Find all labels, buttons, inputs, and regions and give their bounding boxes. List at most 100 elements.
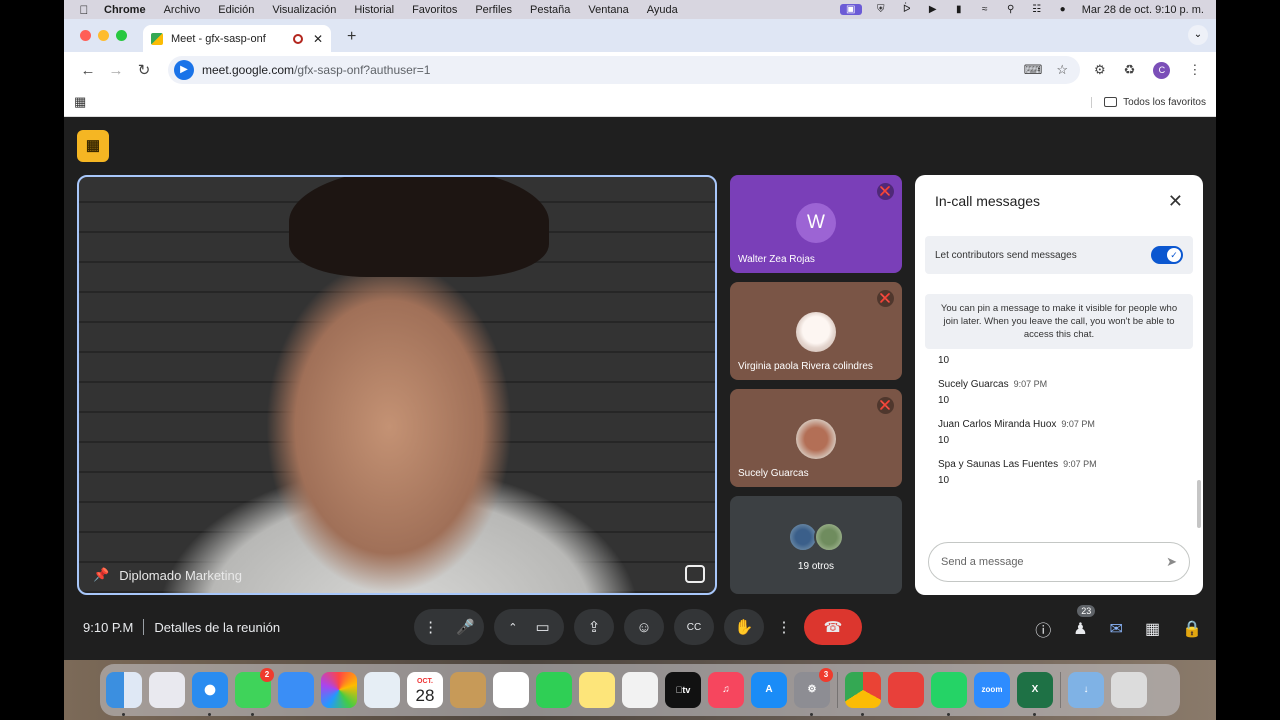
others-tile[interactable]: 19 otros xyxy=(730,496,902,594)
menu-ventana[interactable]: Ventana xyxy=(588,4,628,16)
excel-icon[interactable]: X xyxy=(1017,672,1053,716)
host-lock-icon[interactable]: 🔒 xyxy=(1182,619,1202,639)
send-icon[interactable]: ➤ xyxy=(1166,554,1177,570)
battery-icon[interactable]: ▮ xyxy=(952,4,966,15)
photos-icon[interactable] xyxy=(321,672,357,708)
menu-chrome[interactable]: Chrome xyxy=(104,4,146,16)
reactions-button[interactable]: ☺ xyxy=(624,609,664,645)
message-sender: Sucely Guarcas xyxy=(938,379,1009,390)
tab-search-icon[interactable]: ⌄ xyxy=(1188,25,1208,45)
people-button[interactable]: 23 ♟ xyxy=(1073,605,1096,639)
participant-tile[interactable]: ❌ W Walter Zea Rojas xyxy=(730,175,902,273)
zoom-icon[interactable]: zoom xyxy=(974,672,1010,708)
chevron-up-icon[interactable]: ⌃ xyxy=(508,621,517,634)
hand-icon: ✋ xyxy=(734,619,754,636)
screen-record-icon[interactable]: ▣ xyxy=(839,4,862,15)
zoom-window-button[interactable] xyxy=(116,30,127,41)
menu-historial[interactable]: Historial xyxy=(354,4,394,16)
calendar-icon[interactable]: OCT. 28 xyxy=(407,672,443,708)
menubar-datetime[interactable]: Mar 28 de oct. 9:10 p. m. xyxy=(1082,4,1204,16)
close-window-button[interactable] xyxy=(80,30,91,41)
freeform-icon[interactable] xyxy=(622,672,658,708)
apps-grid-icon[interactable]: ▦ xyxy=(74,94,86,110)
reminders-icon[interactable] xyxy=(493,672,529,708)
menu-visualizacion[interactable]: Visualización xyxy=(272,4,336,16)
leave-call-button[interactable]: ☎ xyxy=(804,609,862,645)
siri-icon[interactable]: ● xyxy=(1056,4,1070,15)
wifi-icon[interactable]: ≈ xyxy=(978,4,992,15)
menu-edicion[interactable]: Edición xyxy=(218,4,254,16)
trash-icon[interactable] xyxy=(1111,672,1147,708)
translate-icon[interactable]: ⌨ xyxy=(1024,62,1043,78)
bookmark-star-icon[interactable]: ☆ xyxy=(1056,62,1068,78)
safari-icon[interactable] xyxy=(192,672,228,716)
puzzle-icon[interactable]: ♻ xyxy=(1124,62,1136,78)
maps-icon[interactable] xyxy=(364,672,400,708)
whatsapp-icon[interactable] xyxy=(931,672,967,716)
participant-name: Sucely Guarcas xyxy=(738,468,809,479)
close-icon[interactable]: ✕ xyxy=(1168,191,1183,212)
launchpad-icon[interactable] xyxy=(149,672,185,708)
captions-button[interactable]: CC xyxy=(674,609,714,645)
participant-tile[interactable]: ❌ Virginia paola Rivera colindres xyxy=(730,282,902,380)
host-controls-icon[interactable]: ▦ xyxy=(77,130,109,162)
control-center-icon[interactable]: ☷ xyxy=(1030,4,1044,15)
menu-perfiles[interactable]: Perfiles xyxy=(475,4,512,16)
contributors-toggle[interactable]: ✓ xyxy=(1151,246,1183,264)
menu-pestana[interactable]: Pestaña xyxy=(530,4,570,16)
main-video-tile[interactable]: 📌 Diplomado Marketing xyxy=(77,175,717,595)
bluetooth-icon[interactable]: ᐆ xyxy=(900,4,914,15)
address-bar[interactable]: ▶ meet.google.com/gfx-sasp-onf?authuser=… xyxy=(168,56,1080,84)
app-store-icon[interactable]: A xyxy=(751,672,787,708)
apple-menu-icon[interactable]:  xyxy=(64,3,104,17)
search-icon[interactable]: ⚲ xyxy=(1004,4,1018,15)
music-icon[interactable]: ♫ xyxy=(708,672,744,708)
chrome-icon[interactable] xyxy=(845,672,881,716)
menu-ayuda[interactable]: Ayuda xyxy=(647,4,678,16)
mail-icon[interactable] xyxy=(278,672,314,708)
notes-icon[interactable] xyxy=(579,672,615,708)
code-extension-icon[interactable]: ⚙ xyxy=(1094,62,1106,78)
contacts-icon[interactable] xyxy=(450,672,486,708)
message-input[interactable]: Send a message ➤ xyxy=(928,542,1190,582)
camera-icon[interactable]: ▭ xyxy=(536,618,550,636)
chat-icon[interactable]: ✉ xyxy=(1110,619,1123,639)
camera-site-icon[interactable]: ▶ xyxy=(174,60,194,80)
downloads-icon[interactable]: ↓ xyxy=(1068,672,1104,708)
play-icon[interactable]: ▶ xyxy=(926,4,940,15)
profile-avatar[interactable]: C xyxy=(1153,61,1171,79)
meeting-details-link[interactable]: Detalles de la reunión xyxy=(154,620,280,635)
shield-icon[interactable]: ⛨ xyxy=(874,4,888,15)
raise-hand-button[interactable]: ✋ xyxy=(724,609,764,645)
facetime-icon[interactable] xyxy=(536,672,572,708)
reload-button[interactable]: ↻ xyxy=(130,61,158,79)
present-button[interactable]: ⇪ xyxy=(574,609,614,645)
apple-tv-icon[interactable]: tv xyxy=(665,672,701,708)
finder-icon[interactable] xyxy=(106,672,142,716)
audio-settings-icon[interactable]: ⋮ xyxy=(423,618,438,636)
new-tab-button[interactable]: + xyxy=(347,28,356,46)
picture-in-picture-icon[interactable] xyxy=(685,565,705,583)
participant-tile[interactable]: ❌ Sucely Guarcas xyxy=(730,389,902,487)
message-list[interactable]: 10 Sucely Guarcas 9:07 PM 10 Juan Carlos … xyxy=(915,349,1203,486)
camera-group: ⌃ ▭ xyxy=(494,609,564,645)
forward-button[interactable]: → xyxy=(102,62,130,79)
menu-favoritos[interactable]: Favoritos xyxy=(412,4,457,16)
messages-icon[interactable]: 2 xyxy=(235,668,274,716)
chat-scrollbar[interactable] xyxy=(1197,480,1201,528)
all-bookmarks-button[interactable]: Todos los favoritos xyxy=(1091,96,1206,108)
more-options-button[interactable]: ⋮ xyxy=(774,609,794,645)
menu-archivo[interactable]: Archivo xyxy=(164,4,201,16)
minimize-window-button[interactable] xyxy=(98,30,109,41)
close-tab-icon[interactable]: ✕ xyxy=(313,32,323,46)
info-icon[interactable]: ⓘ xyxy=(1035,617,1051,641)
anydesk-icon[interactable] xyxy=(888,672,924,708)
microphone-icon[interactable]: 🎤 xyxy=(456,618,475,636)
back-button[interactable]: ← xyxy=(74,62,102,79)
system-settings-icon[interactable]: ⚙ 3 xyxy=(794,668,833,716)
more-menu-icon[interactable]: ⋮ xyxy=(1188,62,1201,78)
tab-meet[interactable]: Meet - gfx-sasp-onf ✕ xyxy=(143,25,331,52)
contributors-toggle-row: Let contributors send messages ✓ xyxy=(925,236,1193,274)
pin-icon[interactable]: 📌 xyxy=(93,567,109,583)
activities-icon[interactable]: ▦ xyxy=(1145,619,1160,639)
